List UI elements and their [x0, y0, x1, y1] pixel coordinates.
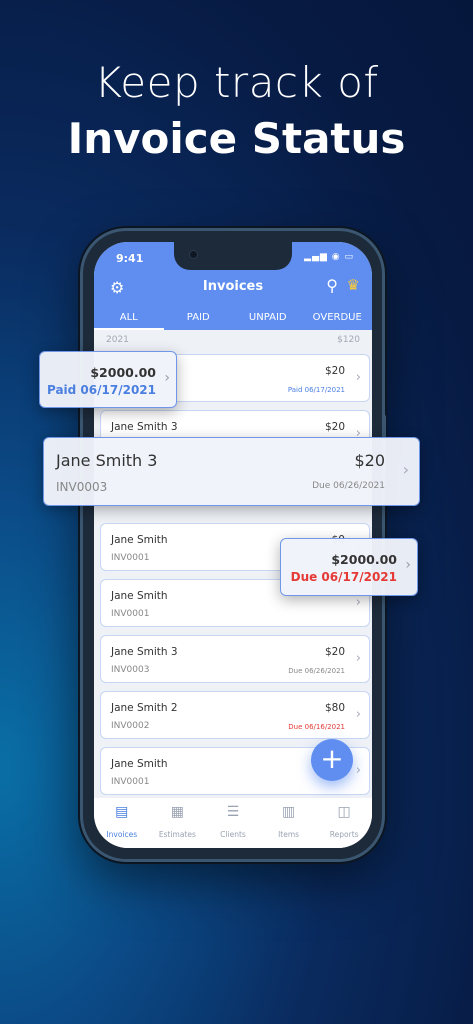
invoice-status: Paid 06/17/2021: [287, 386, 345, 394]
callout-status: Due 06/26/2021: [312, 481, 385, 491]
callout-amount: $2000.00: [90, 365, 156, 380]
invoice-amount: $20: [324, 646, 345, 658]
callout-amount: $20: [354, 451, 385, 470]
chevron-right-icon: ›: [355, 707, 361, 722]
chevron-right-icon: ›: [355, 651, 361, 666]
nav-label: Estimates: [158, 830, 196, 839]
invoice-client: Jane Smith 3: [111, 646, 178, 658]
invoice-client: Jane Smith: [111, 758, 168, 770]
nav-estimates[interactable]: ▦ Estimates: [150, 798, 206, 848]
callout-status: Due 06/17/2021: [290, 570, 397, 584]
invoice-row[interactable]: Jane Smith 2 INV0002 $80 Due 06/16/2021 …: [100, 691, 370, 739]
tab-unpaid[interactable]: UNPAID: [233, 306, 303, 330]
nav-label: Reports: [329, 830, 359, 839]
chevron-right-icon: ›: [355, 763, 361, 778]
nav-label: Invoices: [106, 830, 138, 839]
featured-invoice-card: Jane Smith 3 INV0003 $20 Due 06/26/2021 …: [43, 437, 420, 506]
callout-client: Jane Smith 3: [56, 451, 158, 470]
nav-reports[interactable]: ◫ Reports: [316, 798, 372, 848]
nav-invoices[interactable]: ▤ Invoices: [94, 798, 150, 848]
crown-icon[interactable]: ♛: [347, 276, 360, 294]
invoice-client: Jane Smith 2: [111, 702, 178, 714]
invoice-number: INV0003: [111, 665, 150, 675]
chevron-right-icon: ›: [355, 370, 361, 385]
nav-items[interactable]: ▥ Items: [261, 798, 317, 848]
invoice-amount: $80: [324, 702, 345, 714]
calculator-icon: ▦: [170, 804, 184, 820]
headline-line-1: Keep track of: [94, 58, 379, 107]
overdue-callout-card: $2000.00 Due 06/17/2021 ›: [280, 538, 418, 596]
invoice-amount: $20: [324, 421, 345, 433]
tab-overdue[interactable]: OVERDUE: [303, 306, 373, 330]
status-icons: ▂▄▆ ◉ ▭: [304, 252, 354, 262]
callout-status: Paid 06/17/2021: [46, 383, 156, 397]
invoice-client: Jane Smith: [111, 590, 168, 602]
callout-amount: $2000.00: [331, 552, 397, 567]
invoice-client: Jane Smith 3: [111, 421, 178, 433]
tab-paid[interactable]: PAID: [164, 306, 234, 330]
add-invoice-button[interactable]: +: [311, 739, 353, 781]
invoice-number: INV0001: [111, 553, 150, 563]
callout-number: INV0003: [56, 480, 108, 494]
headline-line-2: Invoice Status: [67, 114, 406, 163]
camera-icon: [189, 250, 198, 259]
chart-icon: ◫: [337, 804, 351, 820]
list-total: $120: [337, 335, 360, 345]
invoice-amount: $20: [324, 365, 345, 377]
invoice-row[interactable]: Jane Smith 3 INV0003 $20 Due 06/26/2021 …: [100, 635, 370, 683]
invoice-number: INV0001: [111, 609, 150, 619]
list-year: 2021: [106, 335, 129, 345]
tab-all[interactable]: ALL: [94, 306, 164, 330]
paid-callout-card: $2000.00 Paid 06/17/2021 ›: [39, 351, 177, 408]
nav-label: Clients: [220, 830, 246, 839]
chevron-right-icon: ›: [402, 460, 409, 479]
nav-label: Items: [278, 830, 300, 839]
search-icon[interactable]: ⚲: [326, 276, 338, 295]
invoice-status: Due 06/26/2021: [288, 667, 345, 675]
invoice-number: INV0001: [111, 777, 150, 787]
invoice-icon: ▤: [115, 804, 129, 820]
chevron-right-icon: ›: [355, 595, 361, 610]
invoice-client: Jane Smith: [111, 534, 168, 546]
invoice-status: Due 06/16/2021: [288, 723, 345, 731]
chevron-right-icon: ›: [405, 557, 411, 573]
invoice-tabs: ALL PAID UNPAID OVERDUE: [94, 306, 372, 330]
nav-clients[interactable]: ☰ Clients: [205, 798, 261, 848]
chevron-right-icon: ›: [164, 370, 170, 386]
clients-icon: ☰: [226, 804, 240, 820]
invoice-number: INV0002: [111, 721, 150, 731]
status-time: 9:41: [116, 252, 144, 265]
bottom-nav: ▤ Invoices ▦ Estimates ☰ Clients ▥ Items…: [94, 798, 372, 848]
list-header: 2021 $120: [106, 335, 360, 345]
barcode-icon: ▥: [281, 804, 296, 820]
